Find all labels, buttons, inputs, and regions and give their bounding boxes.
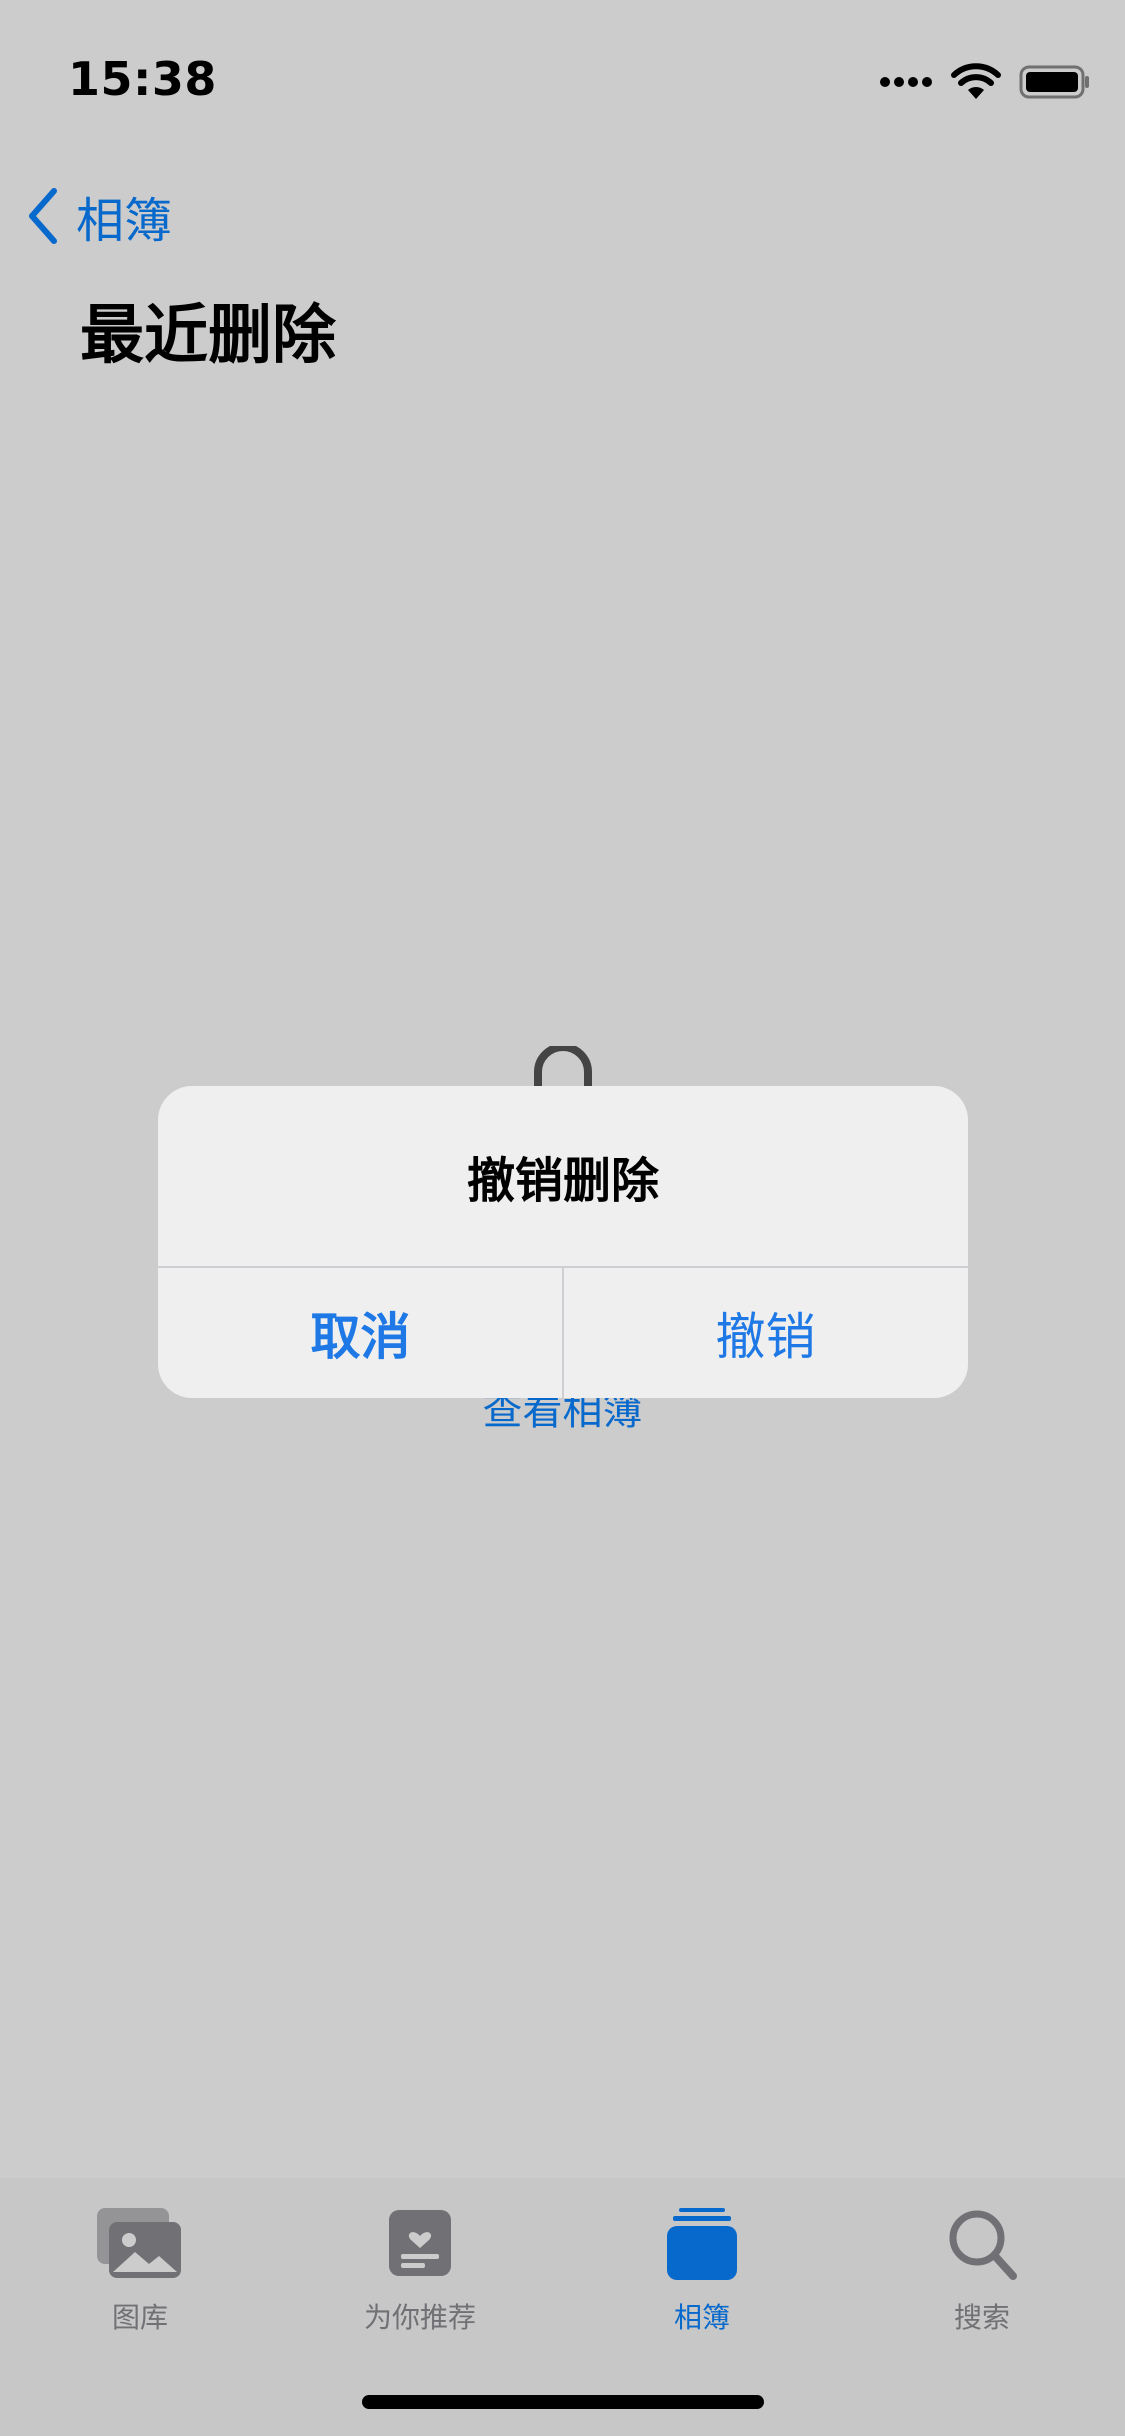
photos-recently-deleted-screen: 15:38 相簿 最近删除 查看相簿 图库 为你推荐 相簿 搜索 撤销删除 取消… xyxy=(0,0,1125,2436)
alert-title: 撤销删除 xyxy=(466,1153,659,1209)
undo-button[interactable]: 撤销 xyxy=(563,1268,968,1398)
cancel-button[interactable]: 取消 xyxy=(158,1268,563,1398)
undo-delete-alert: 撤销删除 取消 撤销 xyxy=(158,1086,968,1398)
